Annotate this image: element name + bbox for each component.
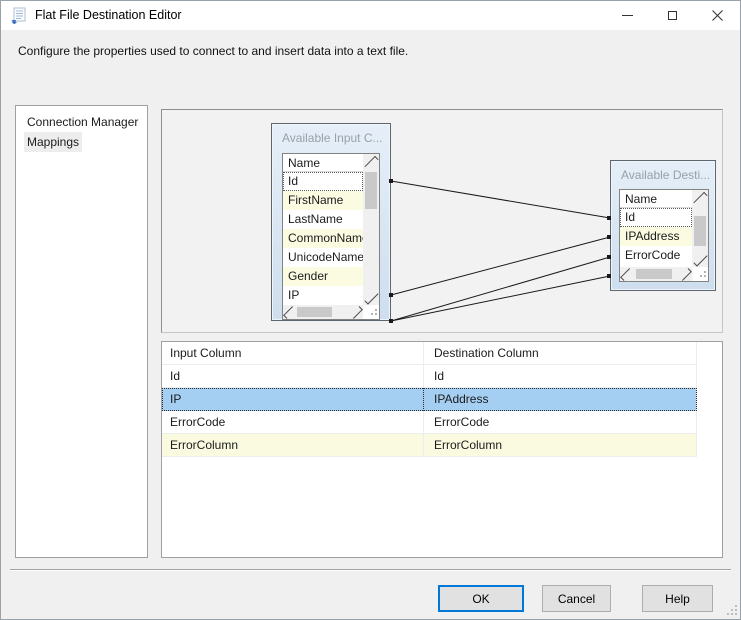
column-item[interactable]: IP [283,286,363,305]
dialog-description: Configure the properties used to connect… [18,44,408,58]
column-item[interactable]: ErrorCode [620,246,692,265]
resize-grip-icon [369,309,377,317]
column-item[interactable]: Id [283,172,363,191]
input-column-cell[interactable]: ErrorCode [162,411,424,434]
column-item[interactable]: CommonName [283,229,363,248]
horizontal-scroll-thumb[interactable] [636,269,672,279]
mapping-table: Input Column Destination Column IdIdIPIP… [161,341,723,558]
maximize-icon [668,11,677,20]
flat-file-icon [10,7,28,25]
scroll-right-button[interactable] [350,305,363,319]
close-icon [712,10,723,21]
sidebar-item-label: Mappings [24,132,82,152]
destination-column-cell[interactable]: IPAddress [424,388,697,411]
help-button[interactable]: Help [642,585,713,612]
horizontal-scroll-thumb[interactable] [297,307,332,317]
input-column-header[interactable]: Input Column [162,342,424,365]
input-columns-list-rows: IdFirstNameLastNameCommonNameUnicodeName… [283,172,363,305]
mapping-row[interactable]: ErrorColumnErrorColumn [162,434,697,457]
sidebar-item-connection-manager[interactable]: Connection Manager [16,112,147,132]
dialog-resize-grip[interactable] [725,603,738,616]
chevron-right-icon [350,306,363,319]
column-item[interactable]: Id [620,208,692,227]
mapping-connector-ip[interactable] [389,235,611,297]
input-columns-name-header: Name [283,154,363,172]
resize-grip-icon [698,271,706,279]
flat-file-destination-editor-dialog: Flat File Destination Editor Configure t… [0,0,741,620]
destination-columns-list: Name IdIPAddressErrorCode [619,189,709,282]
cancel-button[interactable]: Cancel [542,585,611,612]
available-destination-columns-box[interactable]: Available Desti... Name IdIPAddressError… [610,160,716,291]
minimize-icon [622,15,633,16]
destination-column-header[interactable]: Destination Column [424,342,697,365]
sidebar-list: Connection ManagerMappings [15,105,148,558]
column-item[interactable]: Gender [283,267,363,286]
mapping-table-header: Input Column Destination Column [162,342,697,365]
minimize-button[interactable] [605,1,650,30]
input-columns-list: Name IdFirstNameLastNameCommonNameUnicod… [282,153,380,320]
listbox-resize-grip[interactable] [692,267,708,281]
input-column-cell[interactable]: ErrorColumn [162,434,424,457]
input-column-cell[interactable]: IP [162,388,424,411]
footer-divider [10,569,731,571]
destination-column-cell[interactable]: ErrorCode [424,411,697,434]
available-input-columns-title: Available Input C... [282,131,384,145]
scroll-left-button[interactable] [620,267,633,281]
chevron-right-icon [679,268,692,281]
chevron-up-icon [693,192,707,206]
destination-column-cell[interactable]: ErrorColumn [424,434,697,457]
destination-columns-list-rows: IdIPAddressErrorCode [620,208,692,267]
available-destination-columns-title: Available Desti... [621,168,709,182]
ok-button[interactable]: OK [438,585,524,612]
maximize-button[interactable] [650,1,695,30]
destination-vertical-scrollbar[interactable] [692,190,708,267]
destination-column-cell[interactable]: Id [424,365,697,388]
vertical-scroll-thumb[interactable] [365,172,377,209]
scroll-right-button[interactable] [679,267,692,281]
listbox-resize-grip[interactable] [363,305,379,319]
mapping-connector-errorcode[interactable] [389,255,611,323]
column-item[interactable]: FirstName [283,191,363,210]
chevron-left-icon [620,268,633,281]
chevron-down-icon [364,290,378,304]
scroll-up-button[interactable] [692,190,708,205]
scroll-up-button[interactable] [363,154,379,169]
chevron-up-icon [364,156,378,170]
mapping-table-body: IdIdIPIPAddressErrorCodeErrorCodeErrorCo… [162,365,722,457]
close-button[interactable] [695,1,740,30]
vertical-scroll-thumb[interactable] [694,216,706,246]
scroll-left-button[interactable] [283,305,296,319]
chevron-down-icon [693,252,707,266]
chevron-left-icon [283,306,296,319]
window-title: Flat File Destination Editor [35,1,182,30]
input-horizontal-scrollbar[interactable] [283,305,363,319]
destination-columns-name-header: Name [620,190,692,208]
mapping-row[interactable]: IPIPAddress [162,388,697,411]
sidebar-item-label: Connection Manager [24,112,141,132]
available-input-columns-box[interactable]: Available Input C... Name IdFirstNameLas… [271,123,391,321]
destination-horizontal-scrollbar[interactable] [620,267,692,281]
title-bar: Flat File Destination Editor [1,1,740,30]
mapping-row[interactable]: ErrorCodeErrorCode [162,411,697,434]
scroll-down-button[interactable] [692,252,708,267]
mapping-diagram-panel: Available Input C... Name IdFirstNameLas… [161,109,723,333]
scroll-down-button[interactable] [363,290,379,305]
sidebar-item-mappings[interactable]: Mappings [16,132,147,152]
column-item[interactable]: LastName [283,210,363,229]
column-item[interactable]: IPAddress [620,227,692,246]
input-column-cell[interactable]: Id [162,365,424,388]
input-vertical-scrollbar[interactable] [363,154,379,305]
mapping-connector-id[interactable] [389,179,611,220]
mapping-connector-errorcolumn[interactable] [389,274,611,323]
mapping-row[interactable]: IdId [162,365,697,388]
column-item[interactable]: UnicodeName [283,248,363,267]
